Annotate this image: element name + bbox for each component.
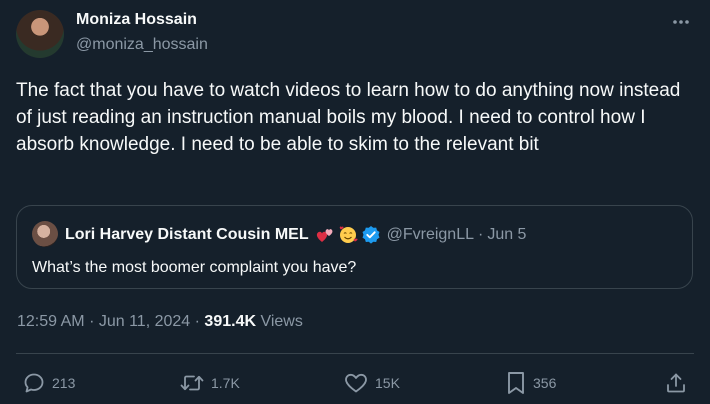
verified-badge-icon bbox=[362, 226, 380, 244]
more-dots-icon bbox=[673, 20, 689, 24]
quoted-author-name: Lori Harvey Distant Cousin MEL bbox=[65, 226, 309, 243]
quoted-author-handle: @FvreignLL bbox=[386, 226, 474, 243]
repost-count: 1.7K bbox=[211, 375, 240, 391]
quoted-tweet-header: Lori Harvey Distant Cousin MEL @FvreignL… bbox=[65, 225, 526, 245]
tweet-text: The fact that you have to watch videos t… bbox=[16, 80, 681, 155]
tweet-time[interactable]: 12:59 AM bbox=[17, 313, 85, 330]
tweet-meta: 12:59 AM · Jun 11, 2024 · 391.4K Views bbox=[17, 313, 303, 331]
divider bbox=[16, 353, 694, 354]
reply-icon bbox=[24, 373, 44, 393]
tweet-date[interactable]: Jun 11, 2024 bbox=[99, 313, 190, 330]
repost-button[interactable]: 1.7K bbox=[179, 370, 240, 396]
heart-icon bbox=[345, 373, 367, 393]
bookmark-count: 356 bbox=[533, 375, 557, 391]
quoted-tweet[interactable]: Lori Harvey Distant Cousin MEL @FvreignL… bbox=[16, 205, 693, 289]
author-handle[interactable]: @moniza_hossain bbox=[76, 36, 208, 54]
quoted-author-avatar bbox=[32, 221, 58, 247]
quoted-tweet-text: What’s the most boomer complaint you hav… bbox=[32, 259, 357, 276]
like-button[interactable]: 15K bbox=[343, 370, 400, 396]
views-label: Views bbox=[260, 313, 303, 330]
two-hearts-emoji-icon bbox=[316, 229, 333, 242]
more-options-button[interactable] bbox=[664, 8, 698, 36]
meta-separator: · bbox=[194, 313, 200, 330]
smiling-face-with-hearts-emoji-icon bbox=[339, 226, 358, 243]
bookmark-button[interactable]: 356 bbox=[505, 370, 556, 396]
meta-separator: · bbox=[89, 313, 95, 330]
repost-icon bbox=[180, 375, 204, 391]
author-avatar[interactable] bbox=[16, 10, 64, 58]
quoted-date: Jun 5 bbox=[487, 226, 527, 243]
quoted-separator: · bbox=[477, 226, 484, 243]
share-button[interactable] bbox=[664, 370, 688, 396]
reply-button[interactable]: 213 bbox=[22, 370, 75, 396]
author-name[interactable]: Moniza Hossain bbox=[76, 11, 197, 29]
views-count: 391.4K bbox=[204, 313, 257, 330]
like-count: 15K bbox=[375, 375, 400, 391]
bookmark-icon bbox=[508, 372, 524, 394]
reply-count: 213 bbox=[52, 375, 76, 391]
share-icon bbox=[667, 373, 685, 393]
